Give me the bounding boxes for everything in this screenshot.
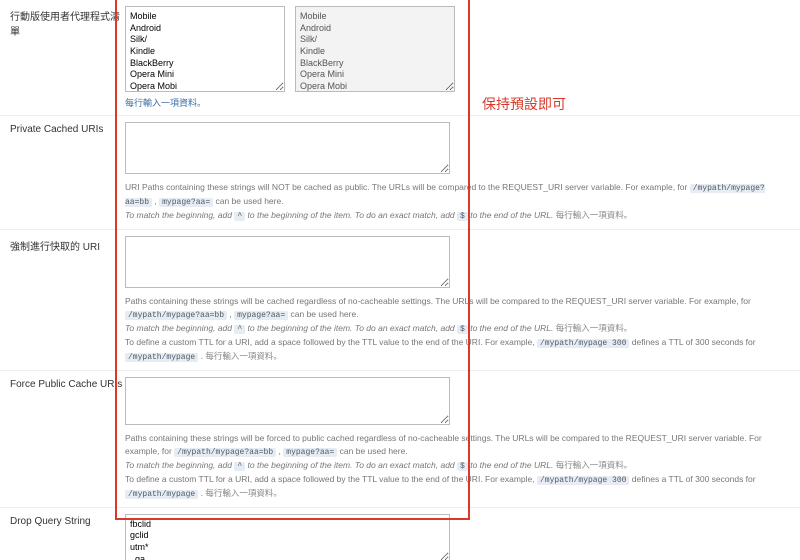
help-text: URI Paths containing these strings will … [125, 182, 690, 192]
code-snippet: /mypath/mypage?aa=bb [125, 311, 227, 320]
code-snippet: $ [457, 462, 468, 471]
code-snippet: /mypath/mypage 300 [537, 476, 629, 485]
mobile-ua-hint: 每行輸入一項資料。 [125, 96, 780, 109]
label-mobile-ua: 行動版使用者代理程式清單 [10, 6, 125, 109]
code-snippet: ^ [234, 325, 245, 334]
field-mobile-ua: 每行輸入一項資料。 [125, 6, 790, 109]
field-forced-cache: Paths containing these strings will be c… [125, 236, 790, 364]
code-snippet: mypage?aa= [159, 198, 213, 207]
mobile-ua-editable[interactable] [125, 6, 285, 92]
help-text-zh: 每行輸入一項資料。 [556, 460, 633, 470]
row-drop-qs: Drop Query String [0, 508, 800, 560]
help-text: To match the beginning, add [125, 210, 234, 220]
mobile-ua-default [295, 6, 455, 92]
help-text: to the end of the URL. [470, 210, 556, 220]
force-public-textarea[interactable] [125, 377, 450, 425]
code-snippet: mypage?aa= [283, 448, 337, 457]
forced-cache-help: Paths containing these strings will be c… [125, 295, 780, 364]
help-text: to the end of the URL. [470, 323, 556, 333]
code-snippet: /mypath/mypage [125, 490, 198, 499]
code-snippet: ^ [234, 212, 245, 221]
forced-cache-textarea[interactable] [125, 236, 450, 288]
help-text: to the beginning of the item. To do an e… [248, 460, 458, 470]
code-snippet: ^ [234, 462, 245, 471]
code-snippet: $ [457, 325, 468, 334]
field-force-public: Paths containing these strings will be f… [125, 377, 790, 501]
help-text: To match the beginning, add [125, 460, 234, 470]
help-text: can be used here. [340, 446, 408, 456]
help-text: to the beginning of the item. To do an e… [248, 210, 458, 220]
code-snippet: /mypath/mypage?aa=bb [174, 448, 276, 457]
code-snippet: $ [457, 212, 468, 221]
help-text-zh: 每行輸入一項資料。 [556, 210, 633, 220]
private-cached-textarea[interactable] [125, 122, 450, 174]
help-text: To match the beginning, add [125, 323, 234, 333]
label-private-cached: Private Cached URIs [10, 122, 125, 223]
private-cached-help: URI Paths containing these strings will … [125, 181, 780, 223]
field-drop-qs [125, 514, 790, 560]
help-text: defines a TTL of 300 seconds for [632, 337, 756, 347]
help-text: To define a custom TTL for a URI, add a … [125, 474, 537, 484]
label-force-public: Force Public Cache URIs [10, 377, 125, 501]
force-public-help: Paths containing these strings will be f… [125, 432, 780, 501]
code-snippet: /mypath/mypage [125, 353, 198, 362]
help-text-zh: 每行輸入一項資料。 [556, 323, 633, 333]
help-text: Paths containing these strings will be c… [125, 296, 751, 306]
help-text: can be used here. [216, 196, 284, 206]
label-forced-cache: 強制進行快取的 URI [10, 236, 125, 364]
label-drop-qs: Drop Query String [10, 514, 125, 560]
code-snippet: mypage?aa= [234, 311, 288, 320]
code-snippet: /mypath/mypage 300 [537, 339, 629, 348]
row-private-cached: Private Cached URIs URI Paths containing… [0, 116, 800, 230]
help-text-zh: 每行輸入一項資料。 [205, 351, 282, 361]
help-text: can be used here. [291, 309, 359, 319]
help-text: defines a TTL of 300 seconds for [632, 474, 756, 484]
help-text: To define a custom TTL for a URI, add a … [125, 337, 537, 347]
row-force-public: Force Public Cache URIs Paths containing… [0, 371, 800, 508]
drop-qs-textarea[interactable] [125, 514, 450, 560]
help-text: to the beginning of the item. To do an e… [248, 323, 458, 333]
help-text-zh: 每行輸入一項資料。 [205, 488, 282, 498]
field-private-cached: URI Paths containing these strings will … [125, 122, 790, 223]
dual-textareas-mobile-ua [125, 6, 780, 92]
help-text: to the end of the URL. [470, 460, 556, 470]
row-mobile-ua: 行動版使用者代理程式清單 每行輸入一項資料。 [0, 0, 800, 116]
row-forced-cache: 強制進行快取的 URI Paths containing these strin… [0, 230, 800, 371]
